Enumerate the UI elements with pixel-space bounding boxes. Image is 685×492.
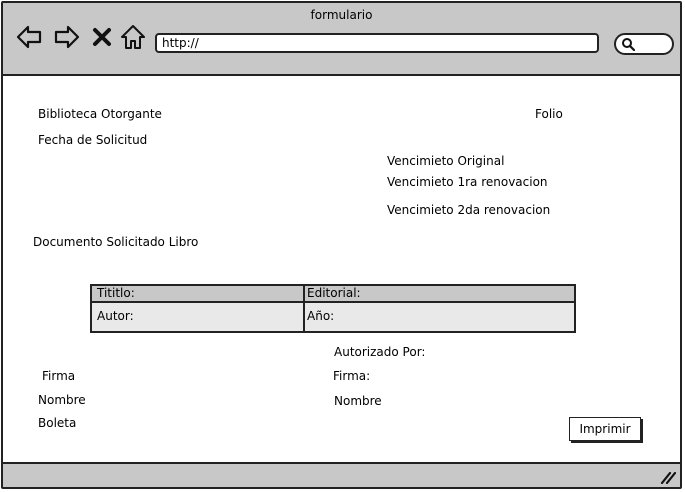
table-divider (303, 286, 305, 331)
forward-button[interactable] (53, 23, 81, 51)
biblioteca-otorgante-label: Biblioteca Otorgante (38, 107, 162, 121)
autorizado-por-label: Autorizado Por: (334, 345, 426, 359)
close-icon (93, 28, 111, 46)
autorizado-firma-label: Firma: (333, 369, 371, 383)
browser-toolbar: formulario http:// (3, 3, 680, 76)
autor-cell: Autor: (97, 309, 134, 323)
arrow-left-icon (16, 25, 42, 49)
nombre-label: Nombre (38, 393, 86, 407)
titulo-cell: Tititlo: (97, 286, 135, 300)
boleta-label: Boleta (38, 416, 77, 430)
home-icon (121, 25, 145, 49)
address-bar[interactable]: http:// (155, 33, 599, 53)
vencimiento-1ra-label: Vencimieto 1ra renovacion (387, 175, 548, 189)
documento-solicitado-label: Documento Solicitado Libro (33, 235, 199, 249)
fecha-solicitud-label: Fecha de Solicitud (38, 133, 148, 147)
home-button[interactable] (119, 23, 147, 51)
resize-grip-icon[interactable] (660, 470, 676, 484)
vencimiento-original-label: Vencimieto Original (387, 154, 505, 168)
status-bar (3, 462, 680, 487)
anio-cell: Año: (307, 309, 335, 323)
autorizado-nombre-label: Nombre (334, 394, 382, 408)
window-title: formulario (310, 8, 373, 22)
search-icon (622, 38, 635, 51)
vencimiento-2da-label: Vencimieto 2da renovacion (387, 203, 551, 217)
editorial-cell: Editorial: (307, 286, 361, 300)
arrow-right-icon (54, 25, 80, 49)
book-table: Tititlo: Editorial: Autor: Año: (90, 284, 576, 333)
browser-window: formulario http:// Biblioteca Otorgante … (1, 1, 682, 489)
firma-label: Firma (42, 369, 76, 383)
back-button[interactable] (15, 23, 43, 51)
search-box[interactable] (614, 33, 674, 55)
folio-label: Folio (535, 107, 563, 121)
stop-button[interactable] (91, 23, 113, 51)
print-button[interactable]: Imprimir (569, 417, 641, 441)
